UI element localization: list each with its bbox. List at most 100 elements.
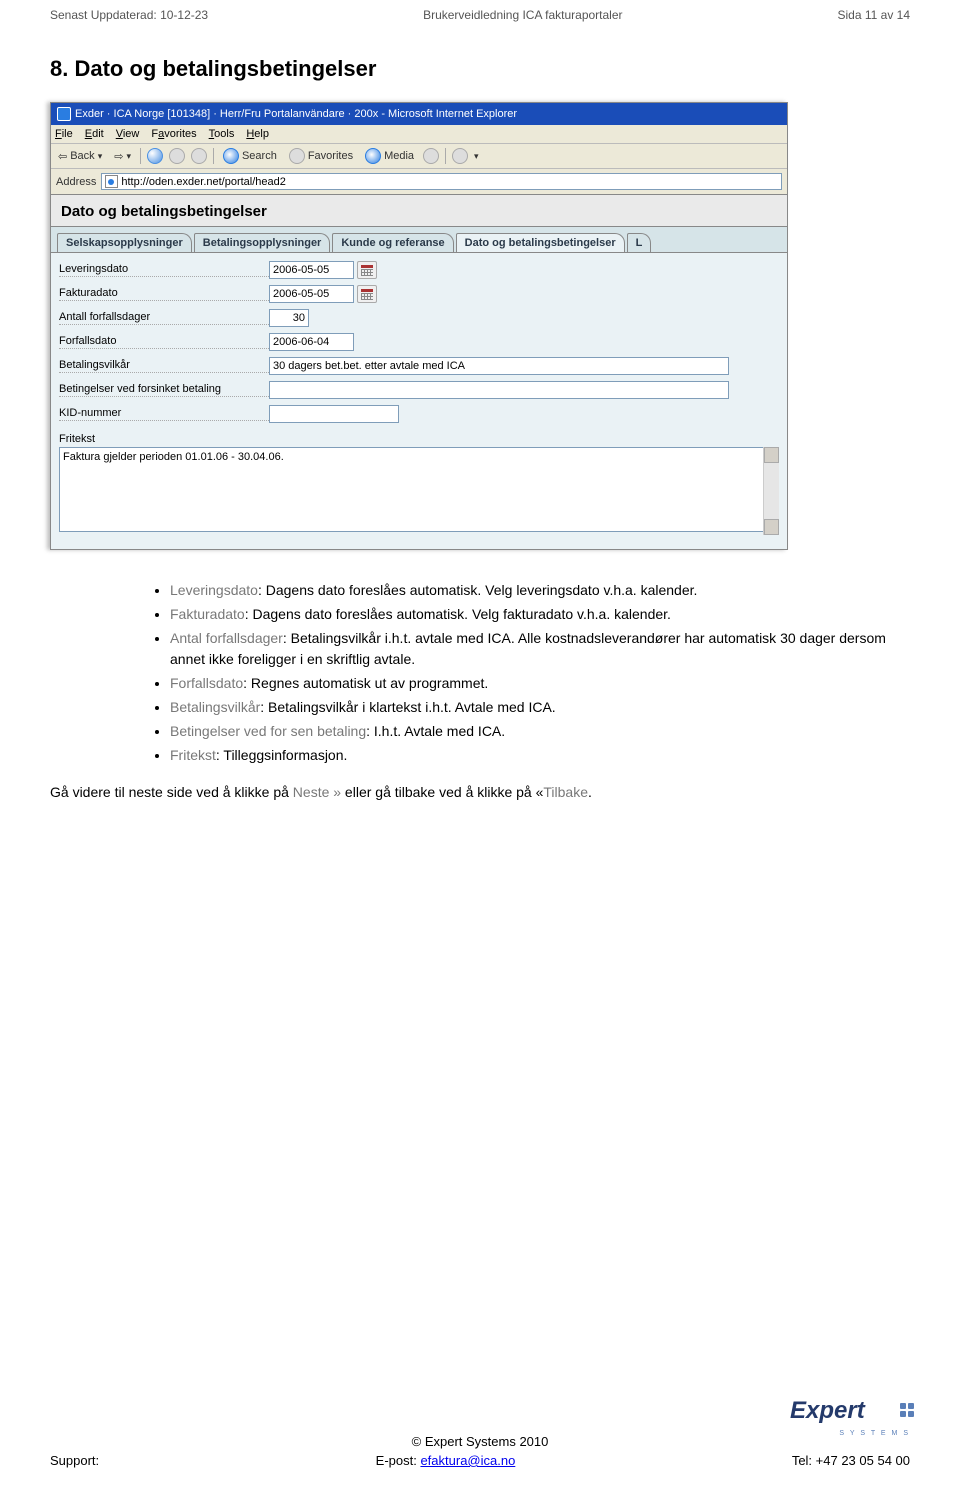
- nav-tilbake: Tilbake: [543, 784, 588, 800]
- back-arrow-icon: ⇦: [58, 150, 67, 163]
- toolbar-sep: [445, 148, 446, 164]
- page-footer: © Expert Systems 2010 Support: E-post: e…: [0, 1434, 960, 1468]
- input-betingelser-forsinket[interactable]: [269, 381, 729, 399]
- dropdown-arrow-icon: ▾: [98, 151, 103, 162]
- toolbar-sep: [213, 148, 214, 164]
- logo-text: Expert: [790, 1397, 865, 1424]
- tab-betalingsopplysninger[interactable]: Betalingsopplysninger: [194, 233, 331, 252]
- rest: : Betalingsvilkår i klartekst i.h.t. Avt…: [260, 699, 555, 715]
- rest: : Regnes automatisk ut av programmet.: [243, 675, 488, 691]
- menu-tools[interactable]: Tools: [209, 128, 235, 140]
- mail-icon[interactable]: [452, 148, 468, 164]
- menu-edit[interactable]: Edit: [85, 128, 104, 140]
- history-icon[interactable]: [423, 148, 439, 164]
- header-left: Senast Uppdaterad: 10-12-23: [50, 8, 208, 22]
- refresh-icon[interactable]: [169, 148, 185, 164]
- row-antall-forfallsdager: Antall forfallsdager: [59, 309, 779, 327]
- description-list: Leveringsdato: Dagens dato foreslåes aut…: [130, 580, 910, 766]
- list-item: Betalingsvilkår: Betalingsvilkår i klart…: [170, 697, 910, 718]
- menu-help[interactable]: Help: [246, 128, 269, 140]
- tab-kunde-og-referanse[interactable]: Kunde og referanse: [332, 233, 453, 252]
- term: Fritekst: [170, 747, 216, 763]
- back-label: Back: [70, 150, 94, 162]
- label-antall-forfallsdager: Antall forfallsdager: [59, 311, 269, 325]
- label-betingelser-forsinket: Betingelser ved forsinket betaling: [59, 383, 269, 397]
- tab-dato-og-betalingsbetingelser[interactable]: Dato og betalingsbetingelser: [456, 233, 625, 252]
- nav-suffix: .: [588, 784, 592, 800]
- label-kid-nummer: KID-nummer: [59, 407, 269, 421]
- nav-prefix: Gå videre til neste side ved å klikke på: [50, 784, 293, 800]
- menu-favorites[interactable]: Favorites: [151, 128, 196, 140]
- toolbar-sep: [140, 148, 141, 164]
- ie-title-text: Exder · ICA Norge [101348] · Herr/Fru Po…: [75, 108, 517, 120]
- input-forfallsdato[interactable]: [269, 333, 354, 351]
- footer-email-wrap: E-post: efaktura@ica.no: [376, 1453, 516, 1468]
- rest: : Dagens dato foreslåes automatisk. Velg…: [245, 606, 671, 622]
- favorites-label: Favorites: [308, 150, 353, 162]
- section-heading: 8. Dato og betalingsbetingelser: [50, 56, 960, 82]
- rest: : Dagens dato foreslåes automatisk. Velg…: [258, 582, 697, 598]
- list-item: Fritekst: Tilleggsinformasjon.: [170, 745, 910, 766]
- home-icon[interactable]: [191, 148, 207, 164]
- portal-title: Dato og betalingsbetingelser: [51, 195, 787, 227]
- label-fritekst: Fritekst: [59, 433, 779, 445]
- calendar-icon[interactable]: [357, 285, 377, 303]
- row-kid-nummer: KID-nummer: [59, 405, 779, 423]
- footer-email-label: E-post:: [376, 1453, 421, 1468]
- header-center: Brukerveidledning ICA fakturaportaler: [423, 8, 622, 22]
- ie-window: Exder · ICA Norge [101348] · Herr/Fru Po…: [50, 102, 788, 550]
- footer-support: Support:: [50, 1453, 99, 1468]
- favorites-button[interactable]: Favorites: [286, 147, 356, 165]
- menu-view[interactable]: View: [116, 128, 140, 140]
- footer-email-link[interactable]: efaktura@ica.no: [420, 1453, 515, 1468]
- list-item: Forfallsdato: Regnes automatisk ut av pr…: [170, 673, 910, 694]
- scroll-up-icon[interactable]: [764, 447, 779, 463]
- input-leveringsdato[interactable]: [269, 261, 354, 279]
- search-button[interactable]: Search: [220, 147, 280, 165]
- scrollbar[interactable]: [763, 447, 779, 535]
- menu-file[interactable]: File: [55, 128, 73, 140]
- row-betingelser-forsinket: Betingelser ved forsinket betaling: [59, 381, 779, 399]
- dropdown-arrow-icon: ▾: [126, 151, 131, 162]
- rest: : I.h.t. Avtale med ICA.: [366, 723, 505, 739]
- tab-selskapsopplysninger[interactable]: Selskapsopplysninger: [57, 233, 192, 252]
- stop-icon[interactable]: [147, 148, 163, 164]
- media-button[interactable]: Media: [362, 147, 417, 165]
- row-leveringsdato: Leveringsdato: [59, 261, 779, 279]
- term: Betingelser ved for sen betaling: [170, 723, 366, 739]
- input-antall-forfallsdager[interactable]: [269, 309, 309, 327]
- logo-boxes-icon: [900, 1403, 914, 1417]
- list-item: Antal forfallsdager: Betalingsvilkår i.h…: [170, 628, 910, 670]
- header-right: Sida 11 av 14: [838, 8, 911, 22]
- textarea-fritekst[interactable]: [59, 447, 779, 532]
- tab-overflow[interactable]: L: [627, 233, 652, 252]
- row-forfallsdato: Forfallsdato: [59, 333, 779, 351]
- label-betalingsvilkar: Betalingsvilkår: [59, 359, 269, 373]
- forward-button[interactable]: ⇨ ▾: [111, 149, 134, 164]
- address-url: http://oden.exder.net/portal/head2: [121, 176, 286, 188]
- page-header: Senast Uppdaterad: 10-12-23 Brukerveidle…: [0, 0, 960, 26]
- back-button[interactable]: ⇦ Back ▾: [55, 149, 105, 164]
- nav-middle: eller gå tilbake ved å klikke på «: [341, 784, 543, 800]
- term: Fakturadato: [170, 606, 245, 622]
- term: Leveringsdato: [170, 582, 258, 598]
- term: Betalingsvilkår: [170, 699, 260, 715]
- row-fakturadato: Fakturadato: [59, 285, 779, 303]
- term: Forfallsdato: [170, 675, 243, 691]
- input-betalingsvilkar[interactable]: [269, 357, 729, 375]
- exder-app-icon: [57, 107, 71, 121]
- search-label: Search: [242, 150, 277, 162]
- label-fakturadato: Fakturadato: [59, 287, 269, 301]
- ie-menubar: File Edit View Favorites Tools Help: [51, 125, 787, 144]
- input-fakturadato[interactable]: [269, 285, 354, 303]
- row-betalingsvilkar: Betalingsvilkår: [59, 357, 779, 375]
- address-label: Address: [56, 176, 96, 188]
- input-kid-nummer[interactable]: [269, 405, 399, 423]
- calendar-icon[interactable]: [357, 261, 377, 279]
- footer-tel: Tel: +47 23 05 54 00: [792, 1453, 910, 1468]
- list-item: Leveringsdato: Dagens dato foreslåes aut…: [170, 580, 910, 601]
- address-field[interactable]: http://oden.exder.net/portal/head2: [101, 173, 782, 190]
- ie-toolbar: ⇦ Back ▾ ⇨ ▾ Search Favorites Media ▾: [51, 144, 787, 169]
- scroll-down-icon[interactable]: [764, 519, 779, 535]
- page-icon: [105, 175, 118, 188]
